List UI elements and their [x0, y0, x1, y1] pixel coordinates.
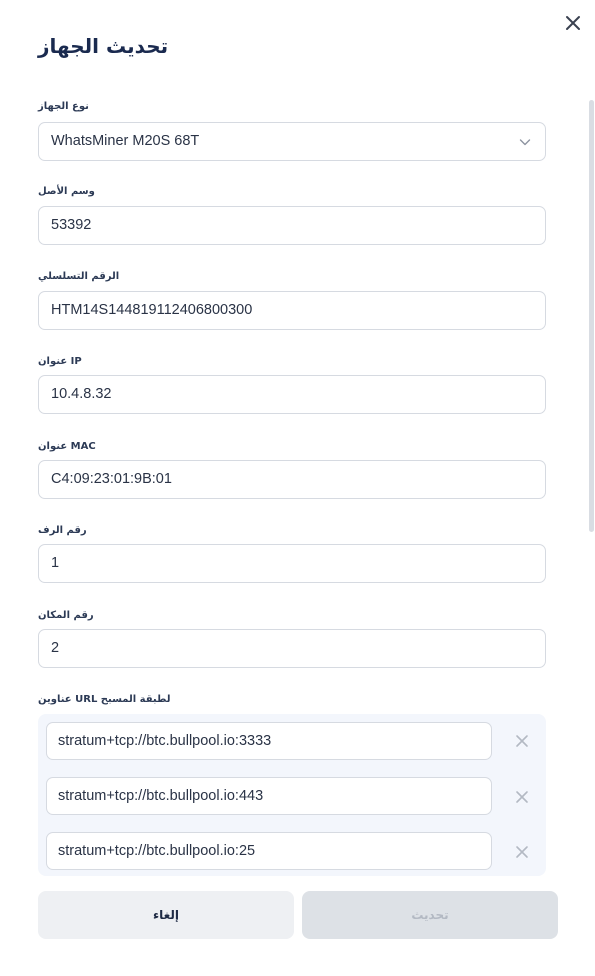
position-number-label: رقم المكان: [38, 610, 94, 621]
pool-url-input[interactable]: stratum+tcp://btc.bullpool.io:3333: [46, 722, 492, 760]
dialog-footer: إلغاء تحديث: [0, 876, 595, 976]
device-type-label: نوع الجهاز: [38, 101, 89, 112]
update-device-dialog: تحديث الجهاز نوع الجهاز WhatsMiner M20S …: [0, 0, 595, 976]
chevron-down-icon: [519, 139, 531, 146]
device-type-field: نوع الجهاز: [38, 100, 546, 114]
update-button[interactable]: تحديث: [302, 891, 558, 939]
pool-url-input[interactable]: stratum+tcp://btc.bullpool.io:443: [46, 777, 492, 815]
mac-address-label: عنوان MAC: [38, 441, 96, 452]
ip-address-input[interactable]: 10.4.8.32: [38, 375, 546, 414]
rack-number-field: رقم الرف: [38, 524, 546, 538]
remove-pool-button[interactable]: [514, 844, 530, 860]
serial-number-label: الرقم التسلسلي: [38, 271, 120, 282]
pool-urls-list: stratum+tcp://btc.bullpool.io:3333 strat…: [38, 714, 546, 876]
position-number-input[interactable]: 2: [38, 629, 546, 668]
ip-address-label: عنوان IP: [38, 356, 82, 367]
device-type-value: WhatsMiner M20S 68T: [51, 133, 200, 149]
scrollbar-thumb[interactable]: [589, 100, 594, 532]
close-icon: [516, 791, 528, 803]
pool-urls-label: عناوين URL لطبقة المسبح: [38, 694, 171, 705]
asset-tag-label: وسم الأصل: [38, 186, 95, 197]
dialog-title: تحديث الجهاز: [38, 34, 169, 58]
serial-number-field: الرقم التسلسلي: [38, 270, 546, 284]
rack-number-input[interactable]: 1: [38, 544, 546, 583]
pool-urls-field: عناوين URL لطبقة المسبح: [38, 693, 546, 707]
close-button[interactable]: [562, 12, 584, 34]
remove-pool-button[interactable]: [514, 733, 530, 749]
device-type-select[interactable]: WhatsMiner M20S 68T: [38, 122, 546, 161]
close-icon: [566, 16, 580, 30]
cancel-button[interactable]: إلغاء: [38, 891, 294, 939]
asset-tag-field: وسم الأصل: [38, 185, 546, 199]
asset-tag-input[interactable]: 53392: [38, 206, 546, 245]
ip-address-field: عنوان IP: [38, 355, 546, 369]
remove-pool-button[interactable]: [514, 789, 530, 805]
pool-url-input[interactable]: stratum+tcp://btc.bullpool.io:25: [46, 832, 492, 870]
mac-address-input[interactable]: C4:09:23:01:9B:01: [38, 460, 546, 499]
rack-number-label: رقم الرف: [38, 525, 87, 536]
mac-address-field: عنوان MAC: [38, 440, 546, 454]
close-icon: [516, 735, 528, 747]
close-icon: [516, 846, 528, 858]
position-number-field: رقم المكان: [38, 609, 546, 623]
serial-number-input[interactable]: HTM14S144819112406800300: [38, 291, 546, 330]
